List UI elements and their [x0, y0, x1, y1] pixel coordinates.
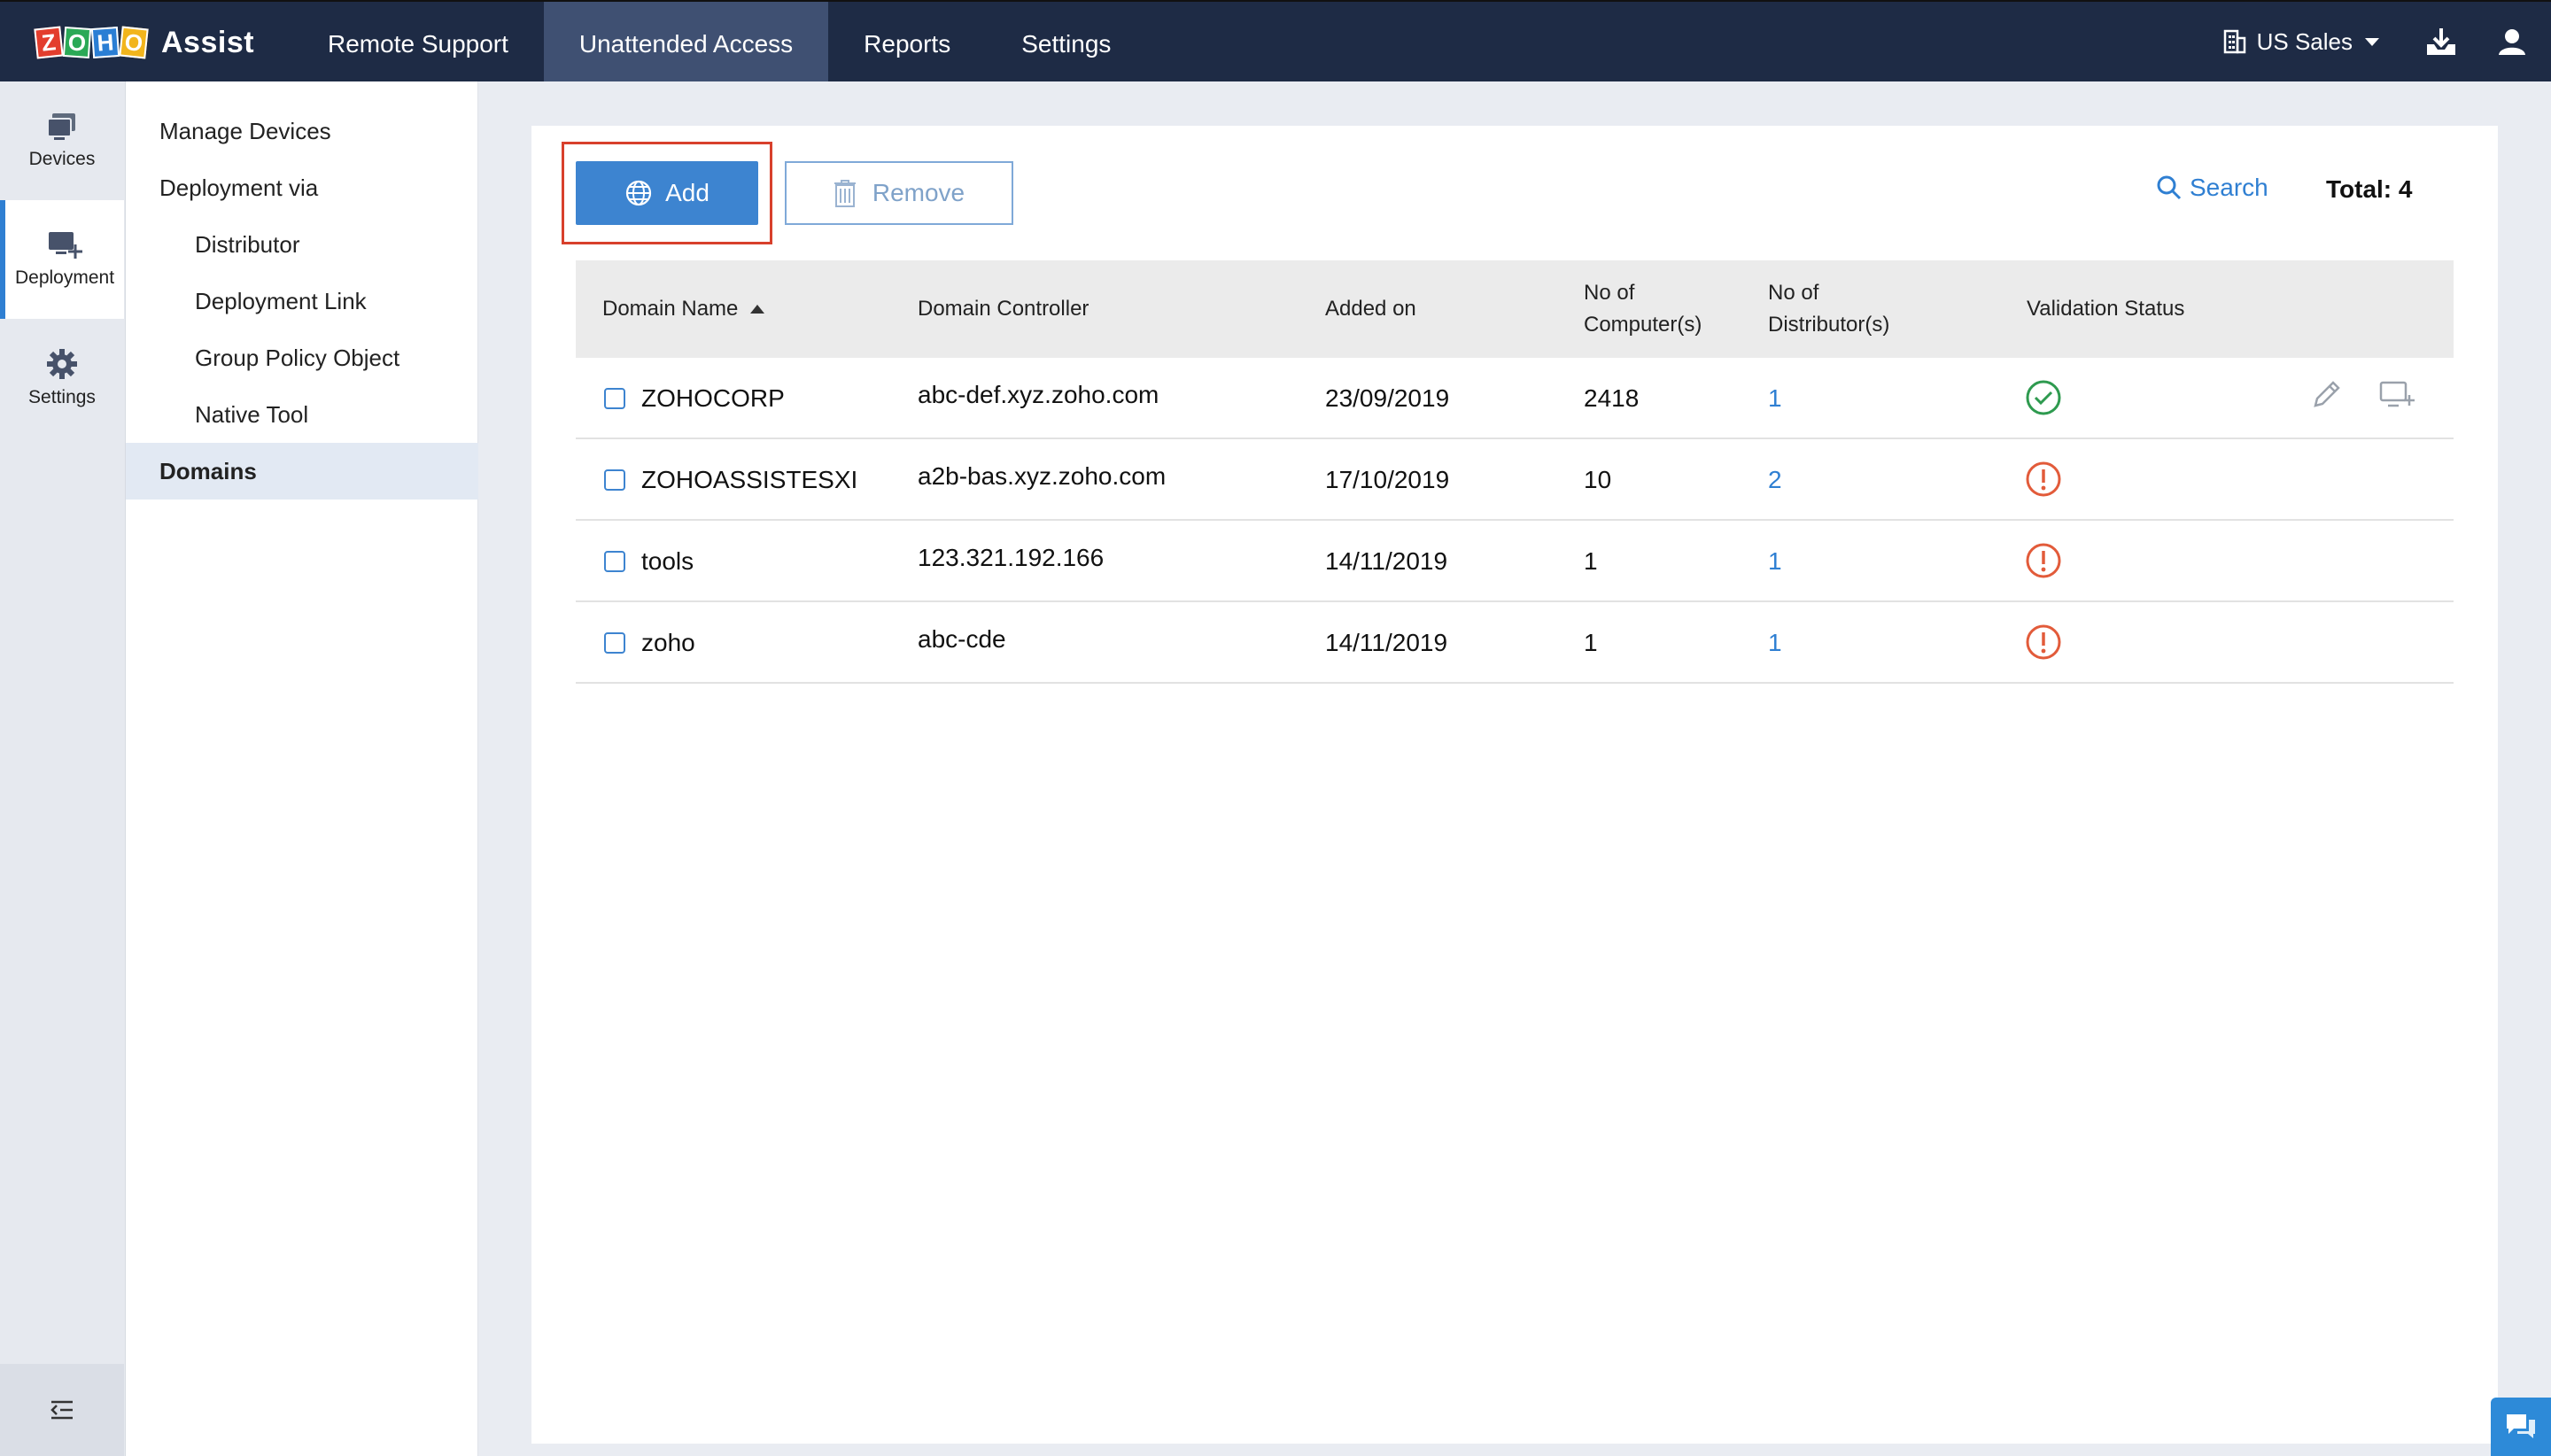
domain-name-cell: ZOHOASSISTESXI	[641, 466, 858, 493]
domain-controller-cell: a2b-bas.xyz.zoho.com	[918, 462, 1167, 490]
domain-name-cell: ZOHOCORP	[641, 384, 785, 412]
warning-alert-icon	[2026, 624, 2061, 660]
subnav-group-policy-object[interactable]: Group Policy Object	[126, 329, 478, 386]
trash-icon	[834, 180, 856, 207]
subnav-manage-devices[interactable]: Manage Devices	[126, 103, 478, 159]
domain-controller-cell: 123.321.192.166	[918, 544, 1105, 571]
search-icon	[2157, 175, 2182, 200]
row-checkbox[interactable]	[604, 469, 625, 491]
main-nav: Remote Support Unattended Access Reports…	[292, 2, 1146, 81]
subnav-domains[interactable]: Domains	[126, 443, 478, 500]
warning-alert-icon	[2026, 461, 2061, 497]
rail-item-deployment[interactable]: Deployment	[0, 200, 124, 319]
org-label: US Sales	[2256, 27, 2353, 55]
added-on-cell: 17/10/2019	[1325, 466, 1450, 493]
building-icon	[2223, 29, 2245, 54]
added-on-cell: 14/11/2019	[1325, 547, 1448, 575]
top-navigation-bar: Z O H O Assist Remote Support Unattended…	[0, 0, 2551, 81]
domain-name-cell: zoho	[641, 629, 695, 656]
globe-icon	[625, 180, 652, 206]
rail-label: Deployment	[14, 267, 115, 288]
row-checkbox[interactable]	[604, 388, 625, 409]
chat-support-button[interactable]	[2491, 1398, 2551, 1456]
add-button-label: Add	[665, 179, 709, 206]
row-checkbox[interactable]	[604, 551, 625, 572]
logo-letter: O	[62, 26, 92, 59]
chevron-down-icon	[2365, 37, 2379, 46]
rail-item-devices[interactable]: Devices	[0, 81, 124, 200]
left-icon-rail: Devices Deployment Settings	[0, 81, 126, 1456]
column-header-distributors: No of Distributor(s)	[1768, 281, 1890, 337]
gear-icon	[47, 349, 77, 379]
column-header-domain-controller: Domain Controller	[918, 297, 1089, 321]
column-header-computers: No of Computer(s)	[1584, 281, 1702, 337]
user-menu-button[interactable]	[2498, 27, 2526, 56]
column-header-validation-status: Validation Status	[2027, 297, 2185, 321]
domain-controller-cell: abc-def.xyz.zoho.com	[918, 381, 1159, 408]
row-checkbox[interactable]	[604, 632, 625, 654]
rail-label: Settings	[28, 387, 96, 407]
subnav-native-tool[interactable]: Native Tool	[126, 386, 478, 443]
edit-icon[interactable]	[2310, 379, 2342, 411]
distributors-count-link[interactable]: 1	[1768, 521, 1782, 602]
add-computer-icon[interactable]	[2379, 379, 2415, 411]
validated-check-icon	[2026, 380, 2061, 415]
added-on-cell: 14/11/2019	[1325, 629, 1448, 656]
sort-ascending-icon	[750, 305, 765, 314]
column-header-domain-name[interactable]: Domain Name	[602, 260, 765, 358]
domain-controller-cell: abc-cde	[918, 625, 1006, 653]
table-row[interactable]: zoho abc-cde 14/11/2019 1 1	[576, 602, 2454, 684]
computers-count-cell: 2418	[1584, 384, 1640, 412]
warning-alert-icon	[2026, 543, 2061, 578]
table-row[interactable]: tools 123.321.192.166 14/11/2019 1 1	[576, 521, 2454, 602]
download-button[interactable]	[2425, 27, 2457, 57]
computers-count-cell: 10	[1584, 466, 1612, 493]
logo-letter: H	[90, 26, 120, 59]
table-header: Domain Name Domain Controller Added on N…	[576, 260, 2454, 358]
brand-name: Assist	[161, 25, 255, 59]
download-icon	[2427, 28, 2455, 55]
table-row[interactable]: ZOHOASSISTESXI a2b-bas.xyz.zoho.com 17/1…	[576, 439, 2454, 521]
top-right-controls: US Sales	[2223, 2, 2551, 81]
org-switcher[interactable]: US Sales	[2223, 28, 2379, 56]
subnav-deployment-link[interactable]: Deployment Link	[126, 273, 478, 329]
nav-settings[interactable]: Settings	[986, 2, 1146, 81]
rail-label: Devices	[28, 149, 96, 169]
table-row[interactable]: ZOHOCORP abc-def.xyz.zoho.com 23/09/2019…	[576, 358, 2454, 439]
total-count: Total: 4	[2326, 175, 2413, 203]
zoho-assist-logo[interactable]: Z O H O Assist	[34, 21, 255, 64]
column-header-added-on: Added on	[1325, 297, 1416, 321]
distributors-count-link[interactable]: 1	[1768, 602, 1782, 684]
chat-icon	[2507, 1414, 2535, 1438]
user-icon	[2499, 29, 2525, 55]
nav-unattended-access[interactable]: Unattended Access	[543, 2, 829, 81]
distributors-count-link[interactable]: 1	[1768, 358, 1782, 439]
nav-remote-support[interactable]: Remote Support	[292, 2, 544, 81]
subnav-distributor[interactable]: Distributor	[126, 216, 478, 273]
domain-name-cell: tools	[641, 547, 694, 575]
subnav-deployment-via[interactable]: Deployment via	[126, 159, 478, 216]
distributors-count-link[interactable]: 2	[1768, 439, 1782, 521]
nav-reports[interactable]: Reports	[828, 2, 986, 81]
deployment-icon	[49, 232, 82, 259]
computers-count-cell: 1	[1584, 547, 1598, 575]
devices-icon	[47, 113, 75, 140]
logo-letter: Z	[34, 26, 64, 59]
search-button[interactable]: Search	[2156, 174, 2268, 202]
remove-button-label: Remove	[872, 179, 965, 206]
collapse-sidebar-button[interactable]	[0, 1364, 124, 1456]
deployment-subnav: Manage Devices Deployment via Distributo…	[126, 81, 478, 1456]
remove-button[interactable]: Remove	[785, 161, 1013, 225]
add-button[interactable]: Add	[576, 161, 758, 225]
collapse-menu-icon	[50, 1400, 73, 1420]
added-on-cell: 23/09/2019	[1325, 384, 1450, 412]
computers-count-cell: 1	[1584, 629, 1598, 656]
logo-letter: O	[119, 26, 149, 59]
search-label: Search	[2190, 174, 2268, 201]
rail-item-settings[interactable]: Settings	[0, 319, 124, 438]
